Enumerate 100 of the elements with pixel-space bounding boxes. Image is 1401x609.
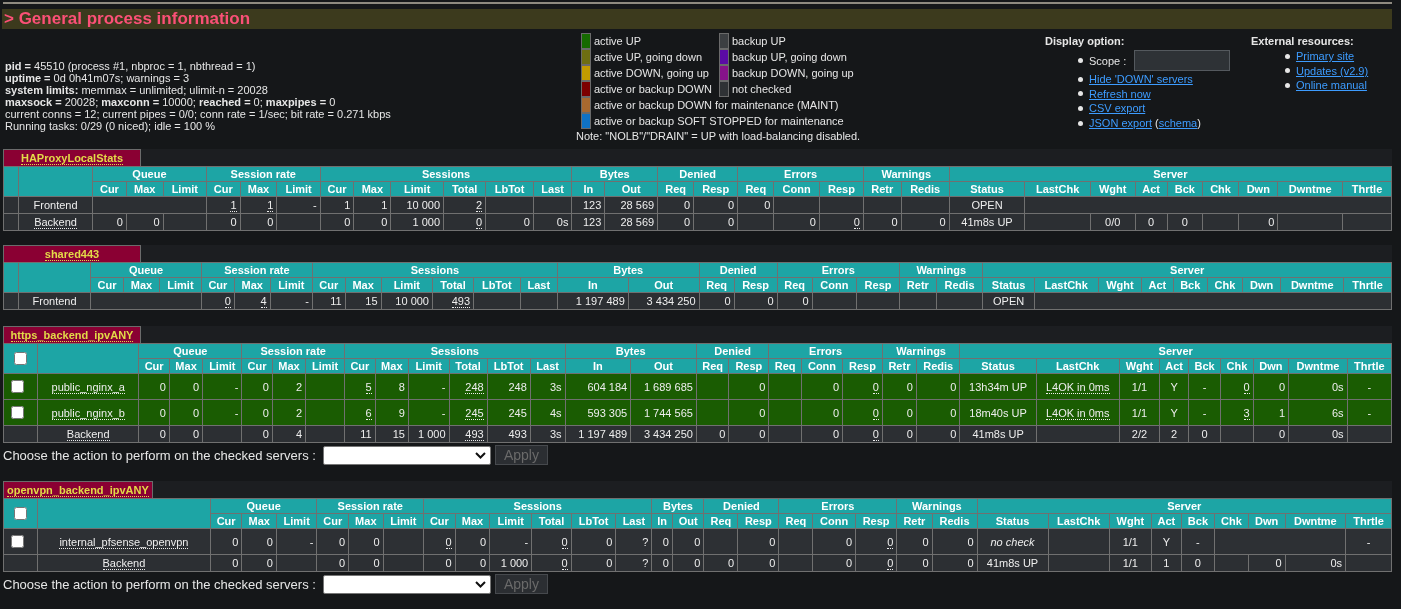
table-cell: 0 <box>729 373 769 400</box>
select-all-checkbox[interactable] <box>14 352 27 365</box>
row-checkbox[interactable] <box>11 535 24 548</box>
table-cell: 0 <box>773 213 820 231</box>
column-group-header: Bytes <box>557 262 700 278</box>
table-cell: 0 <box>672 528 704 555</box>
table-cell: 0 <box>1167 213 1203 231</box>
proxy-name-tab[interactable]: shared443 <box>3 245 141 262</box>
table-cell: - <box>1188 399 1221 426</box>
column-group-header: Server <box>982 262 1392 278</box>
proxy-name-tab[interactable]: HAProxyLocalStats <box>3 149 141 166</box>
table-cell: 123 <box>571 213 605 231</box>
table-cell: 0 <box>801 425 843 443</box>
action-select[interactable] <box>322 445 491 465</box>
table-cell: 0 <box>882 373 917 400</box>
row-checkbox[interactable] <box>11 406 24 419</box>
table-cell: 0 <box>932 528 977 555</box>
bullet-icon <box>1078 91 1083 97</box>
table-cell: 0 <box>1253 425 1289 443</box>
link[interactable]: Primary site <box>1296 49 1355 64</box>
table-cell: 0 <box>657 196 694 214</box>
column-group-header: Errors <box>779 498 897 514</box>
table-cell: 0 <box>882 399 917 426</box>
proxy-name-tab[interactable]: https_backend_ipvANY <box>3 326 141 343</box>
bullet-icon <box>1285 53 1290 59</box>
link[interactable]: schema <box>1158 117 1198 130</box>
row-name-cell: Backend <box>37 425 139 443</box>
table-cell: 493 <box>432 292 474 310</box>
link[interactable]: Hide 'DOWN' servers <box>1089 72 1193 87</box>
table-cell: 4 <box>234 292 271 310</box>
table-cell: 6s <box>1288 399 1348 426</box>
table-cell: 0 <box>316 528 349 555</box>
link[interactable]: Updates (v2.9) <box>1296 63 1369 78</box>
row-name-cell: public_nginx_b <box>37 399 139 426</box>
table-cell: - <box>408 373 449 400</box>
table-cell: 4 <box>272 425 306 443</box>
table-cell: Y <box>1159 373 1189 400</box>
column-group-header: Server <box>977 498 1392 514</box>
table-cell: 0/0 <box>1090 213 1136 231</box>
bullet-icon <box>1285 68 1290 74</box>
row-checkbox[interactable] <box>11 380 24 393</box>
table-cell: 0 <box>348 528 384 555</box>
table-cell: 0 <box>651 554 673 572</box>
legend-label: active or backup DOWN <box>594 83 712 95</box>
column-group-header: Denied <box>657 166 738 182</box>
column-group-header: Bytes <box>571 166 658 182</box>
proxy-name-tab[interactable]: openvpn_backend_ipvANY <box>3 481 153 498</box>
row-name-cell: internal_pfsense_openvpn <box>37 528 211 555</box>
table-cell: 4s <box>530 399 566 426</box>
table-cell: 0 <box>777 292 813 310</box>
table-cell: 0 <box>916 399 960 426</box>
column-group-header: Session rate <box>316 498 424 514</box>
table-cell: 0 <box>138 373 170 400</box>
table-cell: 1 689 685 <box>630 373 697 400</box>
table-cell: 0 <box>703 554 738 572</box>
column-group-header: Errors <box>777 262 900 278</box>
table-cell: OPEN <box>982 292 1035 310</box>
table-cell: - <box>1347 373 1392 400</box>
table-cell: 1/1 <box>1109 554 1152 572</box>
table-cell: 0 <box>916 373 960 400</box>
select-all-checkbox[interactable] <box>14 507 27 520</box>
export-line: JSON export (schema) <box>1089 116 1201 131</box>
column-group-header: Warnings <box>899 262 983 278</box>
table-cell: 0 <box>571 528 616 555</box>
table-cell: 1 <box>1151 554 1182 572</box>
table-cell: 1/1 <box>1119 373 1160 400</box>
bullet-icon <box>1078 76 1083 82</box>
table-cell: - <box>1345 528 1392 555</box>
table-cell: 10 000 <box>381 292 433 310</box>
link[interactable]: Online manual <box>1296 78 1367 93</box>
table-cell: 245 <box>487 399 531 426</box>
action-label: Choose the action to perform on the checked servers : <box>3 576 316 592</box>
table-cell: 2 <box>443 196 486 214</box>
table-cell: 0 <box>201 292 235 310</box>
table-cell: 0s <box>533 213 572 231</box>
table-cell: 0 <box>863 213 902 231</box>
table-cell: 6 <box>344 399 376 426</box>
column-group-header: Bytes <box>651 498 704 514</box>
table-cell: 0 <box>1238 213 1278 231</box>
action-select[interactable] <box>322 574 491 594</box>
scope-input[interactable] <box>1134 50 1231 71</box>
column-group-header: Denied <box>703 498 779 514</box>
table-cell: 248 <box>487 373 531 400</box>
options-heading: Display option: <box>1045 34 1126 48</box>
table-cell: 1 <box>206 196 241 214</box>
column-group-header: Server <box>949 166 1392 182</box>
table-cell: 0 <box>455 528 490 555</box>
link[interactable]: CSV export <box>1089 101 1146 116</box>
table-cell: 0 <box>423 554 456 572</box>
link[interactable]: Refresh now <box>1089 86 1151 101</box>
column-group-header: Errors <box>737 166 864 182</box>
row-name-cell: Backend <box>18 213 93 231</box>
table-cell: 0 <box>241 554 277 572</box>
table-cell: 593 305 <box>565 399 631 426</box>
column-group-header: Session rate <box>201 262 313 278</box>
table-cell: Y <box>1159 399 1189 426</box>
column-group-header: Sessions <box>320 166 572 182</box>
link[interactable]: JSON export <box>1089 117 1152 130</box>
table-cell: 0 <box>169 373 203 400</box>
table-cell: 0 <box>92 213 127 231</box>
